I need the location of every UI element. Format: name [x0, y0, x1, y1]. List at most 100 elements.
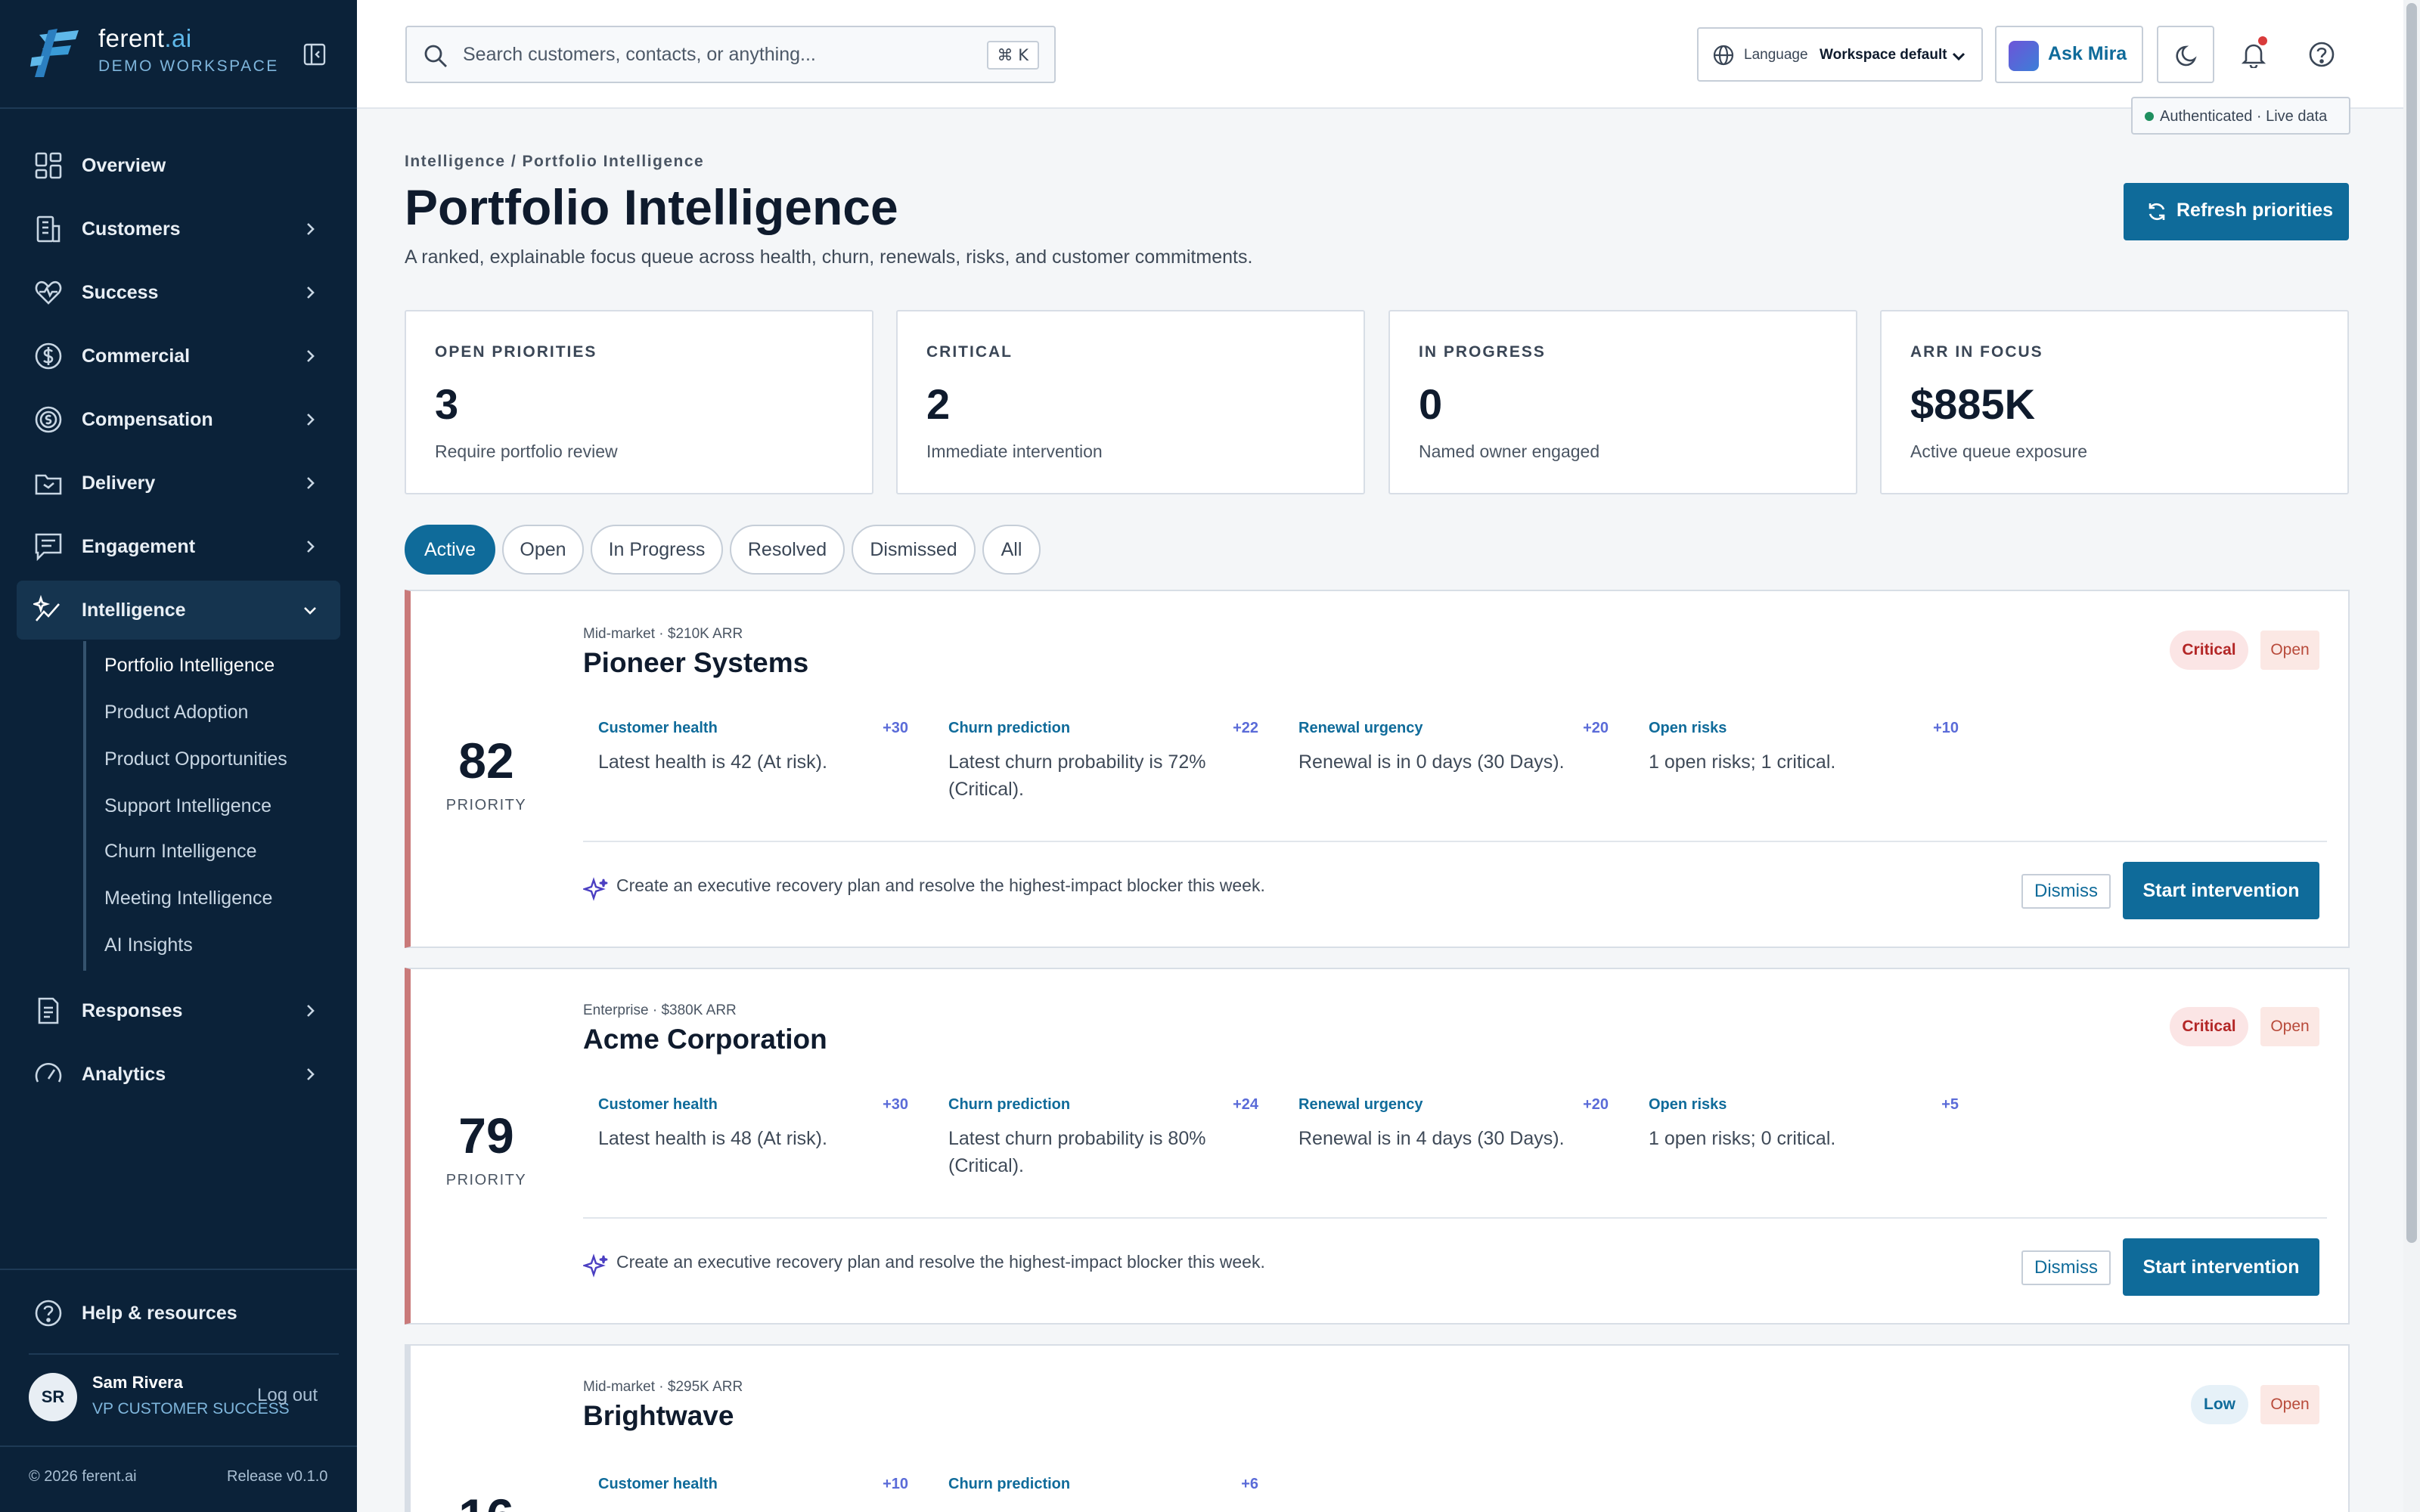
sidebar-divider — [29, 1353, 339, 1355]
sidebar-divider — [0, 1445, 357, 1447]
sidebar-subitem-support-intelligence[interactable]: Support Intelligence — [104, 795, 271, 817]
sidebar-item-label: Compensation — [82, 408, 213, 430]
theme-toggle-button[interactable] — [2157, 26, 2214, 83]
status-badge: Open — [2260, 631, 2319, 670]
sidebar-item-customers[interactable]: Customers — [17, 200, 340, 259]
sidebar-item-intelligence[interactable]: Intelligence — [17, 581, 340, 640]
stat-value: 0 — [1419, 380, 1443, 428]
chevron-right-icon — [307, 287, 315, 299]
factor-points: +24 — [1233, 1096, 1258, 1113]
tab-resolved[interactable]: Resolved — [730, 525, 845, 575]
sidebar-subitem-product-opportunities[interactable]: Product Opportunities — [104, 748, 287, 770]
chevron-right-icon — [307, 1068, 315, 1080]
factor-label: Churn prediction — [948, 1096, 1071, 1113]
sidebar-item-commercial[interactable]: Commercial — [17, 327, 340, 386]
stat-card-in-progress: IN PROGRESS 0 Named owner engaged — [1388, 310, 1857, 494]
sidebar-item-analytics[interactable]: Analytics — [17, 1045, 340, 1104]
factor-label: Customer health — [598, 1476, 718, 1492]
sidebar-item-responses[interactable]: Responses — [17, 981, 340, 1040]
help-button[interactable] — [2293, 26, 2350, 83]
coins-icon — [35, 406, 62, 433]
account-name[interactable]: Acme Corporation — [583, 1024, 827, 1055]
factor-description: Latest health is 42 (At risk). — [598, 751, 827, 773]
help-resources-link[interactable]: Help & resources — [17, 1284, 340, 1343]
sparkle-chart-icon — [33, 595, 60, 621]
sidebar-item-compensation[interactable]: Compensation — [17, 390, 340, 449]
tab-dismissed[interactable]: Dismissed — [852, 525, 976, 575]
search-input[interactable] — [463, 39, 901, 70]
factor-description: Latest health is 48 (At risk). — [598, 1128, 827, 1149]
sidebar-item-label: Analytics — [82, 1063, 166, 1085]
stat-card-open-priorities: OPEN PRIORITIES 3 Require portfolio revi… — [405, 310, 873, 494]
chevron-right-icon — [307, 477, 315, 489]
sidebar-divider — [0, 1269, 357, 1270]
sidebar: ferent.ai DEMO WORKSPACE Overview Custom… — [0, 0, 357, 1512]
notification-dot — [2258, 36, 2267, 45]
tab-active[interactable]: Active — [405, 525, 495, 575]
sidebar-subitem-portfolio-intelligence[interactable]: Portfolio Intelligence — [104, 655, 275, 677]
factor-description: Renewal is in 4 days (30 Days). — [1298, 1128, 1565, 1149]
status-badge: Open — [2260, 1385, 2319, 1424]
submenu-rail — [83, 641, 86, 971]
sidebar-item-success[interactable]: Success — [17, 263, 340, 322]
factor-label: Customer health — [598, 1096, 718, 1113]
stat-sublabel: Require portfolio review — [435, 442, 618, 461]
logout-button[interactable]: Log out — [257, 1385, 318, 1406]
sidebar-item-engagement[interactable]: Engagement — [17, 517, 340, 576]
sidebar-subitem-meeting-intelligence[interactable]: Meeting Intelligence — [104, 888, 272, 909]
start-intervention-button[interactable]: Start intervention — [2123, 1238, 2319, 1296]
account-name[interactable]: Pioneer Systems — [583, 647, 808, 679]
recommendation-text: Create an executive recovery plan and re… — [616, 1252, 1265, 1272]
factor-label: Churn prediction — [948, 720, 1071, 736]
factor-points: +20 — [1583, 1096, 1609, 1113]
factor-description: Latest churn probability is 72% (Critica… — [948, 751, 1206, 800]
factor-label: Renewal urgency — [1298, 1096, 1423, 1113]
account-name[interactable]: Brightwave — [583, 1400, 734, 1432]
dismiss-button[interactable]: Dismiss — [2021, 1250, 2111, 1285]
sidebar-collapse-icon[interactable] — [302, 42, 327, 67]
building-icon — [36, 215, 60, 243]
sidebar-item-label: Delivery — [82, 472, 156, 494]
sidebar-divider — [0, 107, 357, 109]
ask-mira-button[interactable]: Ask Mira — [1995, 26, 2143, 83]
language-value: Workspace default — [1820, 47, 1947, 63]
ask-mira-label: Ask Mira — [2048, 43, 2127, 64]
dollar-circle-icon — [35, 342, 62, 370]
factor-label: Open risks — [1649, 1096, 1727, 1113]
tab-open[interactable]: Open — [502, 525, 584, 575]
chevron-right-icon — [307, 1005, 315, 1017]
recommendation-text: Create an executive recovery plan and re… — [616, 875, 1265, 895]
sidebar-subitem-ai-insights[interactable]: AI Insights — [104, 934, 193, 956]
tab-in-progress[interactable]: In Progress — [591, 525, 723, 575]
sidebar-item-overview[interactable]: Overview — [17, 136, 340, 195]
breadcrumb: Intelligence / Portfolio Intelligence — [405, 153, 705, 170]
sidebar-subitem-churn-intelligence[interactable]: Churn Intelligence — [104, 841, 257, 863]
globe-icon — [1713, 45, 1734, 66]
notifications-button[interactable] — [2225, 26, 2282, 83]
global-search[interactable]: ⌘ K — [405, 26, 1056, 83]
scrollbar-thumb[interactable] — [2406, 3, 2417, 1243]
sidebar-subitem-product-adoption[interactable]: Product Adoption — [104, 702, 248, 723]
priority-label: PRIORITY — [445, 797, 527, 813]
sidebar-item-label: Intelligence — [82, 599, 186, 621]
start-intervention-button[interactable]: Start intervention — [2123, 862, 2319, 919]
tab-all[interactable]: All — [982, 525, 1041, 575]
account-segment: Mid-market · $210K ARR — [583, 626, 743, 642]
sidebar-item-delivery[interactable]: Delivery — [17, 454, 340, 513]
help-circle-icon — [2309, 42, 2335, 67]
stat-card-arr-in-focus: ARR IN FOCUS $885K Active queue exposure — [1880, 310, 2349, 494]
dismiss-button[interactable]: Dismiss — [2021, 874, 2111, 909]
stat-sublabel: Named owner engaged — [1419, 442, 1600, 461]
factor-points: +10 — [1933, 720, 1959, 736]
workspace-label: DEMO WORKSPACE — [98, 57, 279, 75]
stat-value: 2 — [926, 380, 951, 428]
sidebar-item-label: Success — [82, 281, 159, 303]
factor-points: +20 — [1583, 720, 1609, 736]
sidebar-item-label: Engagement — [82, 535, 196, 557]
auth-status-badge: Authenticated · Live data — [2131, 97, 2350, 135]
language-select[interactable]: Language Workspace default — [1697, 27, 1983, 82]
stat-value: 3 — [435, 380, 459, 428]
factor-points: +22 — [1233, 720, 1258, 736]
refresh-priorities-button[interactable]: Refresh priorities — [2124, 183, 2349, 240]
factor-points: +6 — [1241, 1476, 1258, 1492]
